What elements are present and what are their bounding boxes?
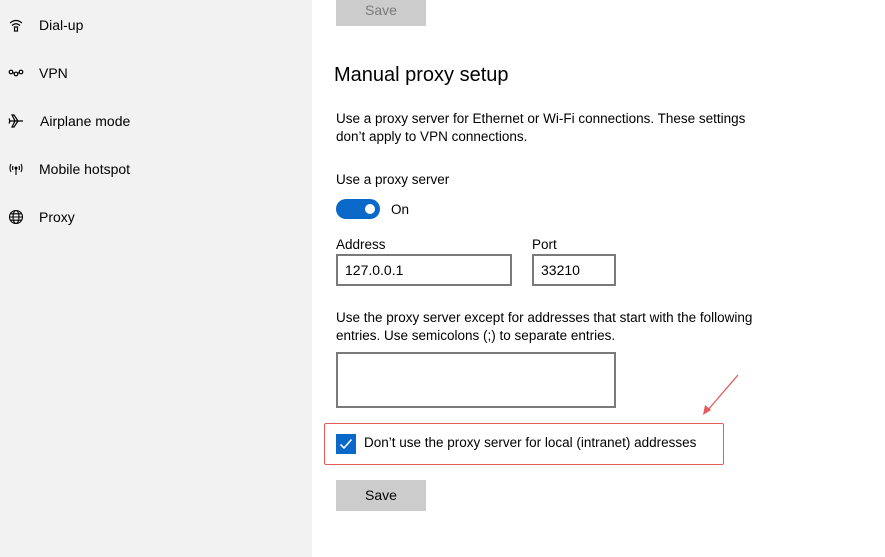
sidebar-item-airplane-mode[interactable]: Airplane mode xyxy=(0,101,312,141)
toggle-state-label: On xyxy=(391,202,410,217)
sidebar-item-label: Airplane mode xyxy=(40,113,131,129)
save-button[interactable]: Save xyxy=(336,480,426,511)
sidebar-item-mobile-hotspot[interactable]: Mobile hotspot xyxy=(0,149,312,189)
sidebar-item-label: VPN xyxy=(39,65,68,81)
vpn-icon xyxy=(7,64,25,82)
proxy-description: Use a proxy server for Ethernet or Wi-Fi… xyxy=(336,111,746,144)
local-addresses-checkbox[interactable] xyxy=(336,434,356,454)
exceptions-description: Use the proxy server except for addresse… xyxy=(336,310,753,343)
sidebar-item-proxy[interactable]: Proxy xyxy=(0,197,312,237)
address-label: Address xyxy=(336,237,386,252)
top-save-button[interactable]: Save xyxy=(336,0,426,26)
toggle-knob xyxy=(365,204,375,214)
sidebar-item-label: Dial-up xyxy=(39,17,84,33)
use-proxy-label: Use a proxy server xyxy=(336,172,450,187)
checkmark-icon xyxy=(339,438,353,450)
sidebar-item-dial-up[interactable]: Dial-up xyxy=(0,5,312,45)
address-input[interactable] xyxy=(336,254,512,286)
local-addresses-label: Don’t use the proxy server for local (in… xyxy=(364,435,697,450)
globe-icon xyxy=(7,208,25,226)
airplane-icon xyxy=(7,112,25,130)
port-label: Port xyxy=(532,237,557,252)
sidebar: Dial-up VPN Airplane mode Mobile hotspot xyxy=(0,0,312,557)
sidebar-item-vpn[interactable]: VPN xyxy=(0,53,312,93)
dial-up-icon xyxy=(7,16,25,34)
sidebar-item-label: Proxy xyxy=(39,209,75,225)
exceptions-input[interactable] xyxy=(336,352,616,408)
section-title: Manual proxy setup xyxy=(334,64,509,86)
mobile-hotspot-icon xyxy=(7,160,25,178)
proxy-settings-panel: Save Manual proxy setup Use a proxy serv… xyxy=(312,0,885,557)
use-proxy-toggle[interactable] xyxy=(336,199,380,219)
port-input[interactable] xyxy=(532,254,616,286)
sidebar-item-label: Mobile hotspot xyxy=(39,161,131,177)
